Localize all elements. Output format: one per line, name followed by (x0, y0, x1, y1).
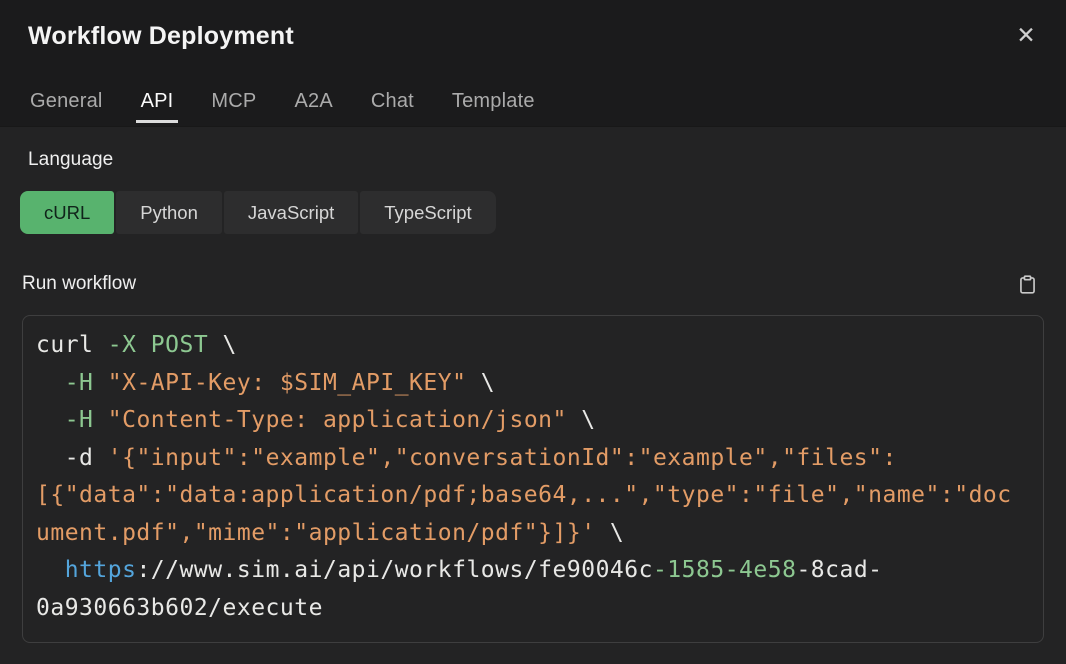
code-line: -H "X-API-Key: $SIM_API_KEY" \ (36, 365, 1035, 403)
run-workflow-label: Run workflow (22, 273, 136, 295)
workflow-deployment-dialog: Workflow Deployment ✕ General API MCP A2A Ch… (0, 0, 1066, 664)
close-icon: ✕ (1016, 25, 1035, 48)
tab-chat[interactable]: Chat (366, 90, 419, 123)
language-label: Language (28, 149, 1066, 171)
code-line: -H "Content-Type: application/json" \ (36, 402, 1035, 440)
dialog-body: Language cURLPythonJavaScriptTypeScript … (0, 127, 1066, 664)
code-line: curl -X POST \ (36, 327, 1035, 365)
tab-general[interactable]: General (25, 90, 108, 123)
close-button[interactable]: ✕ (1010, 20, 1042, 52)
dialog-header: Workflow Deployment ✕ General API MCP A2A Ch… (0, 0, 1066, 127)
code-line: https://www.sim.ai/api/workflows/fe90046… (36, 552, 1035, 590)
tab-template[interactable]: Template (447, 90, 540, 123)
language-option-typescript[interactable]: TypeScript (360, 191, 495, 234)
language-option-python[interactable]: Python (116, 191, 222, 234)
language-option-curl[interactable]: cURL (20, 191, 114, 234)
tab-mcp[interactable]: MCP (206, 90, 261, 123)
tab-bar: General API MCP A2A Chat Template (0, 90, 1066, 123)
clipboard-icon (1017, 274, 1038, 295)
copy-button[interactable] (1014, 271, 1040, 297)
code-line: -d '{"input":"example","conversationId":… (36, 440, 1035, 478)
tab-a2a[interactable]: A2A (289, 90, 337, 123)
language-segments: cURLPythonJavaScriptTypeScript (20, 191, 1066, 234)
code-line: ument.pdf","mime":"application/pdf"}]}' … (36, 515, 1035, 553)
code-line: [{"data":"data:application/pdf;base64,..… (36, 477, 1035, 515)
dialog-title: Workflow Deployment (28, 22, 294, 51)
code-line: 0a930663b602/execute (36, 590, 1035, 628)
code-block: curl -X POST \ -H "X-API-Key: $SIM_API_K… (22, 315, 1044, 643)
run-workflow-row: Run workflow (22, 271, 1040, 297)
language-option-javascript[interactable]: JavaScript (224, 191, 358, 234)
tab-api[interactable]: API (136, 90, 179, 123)
